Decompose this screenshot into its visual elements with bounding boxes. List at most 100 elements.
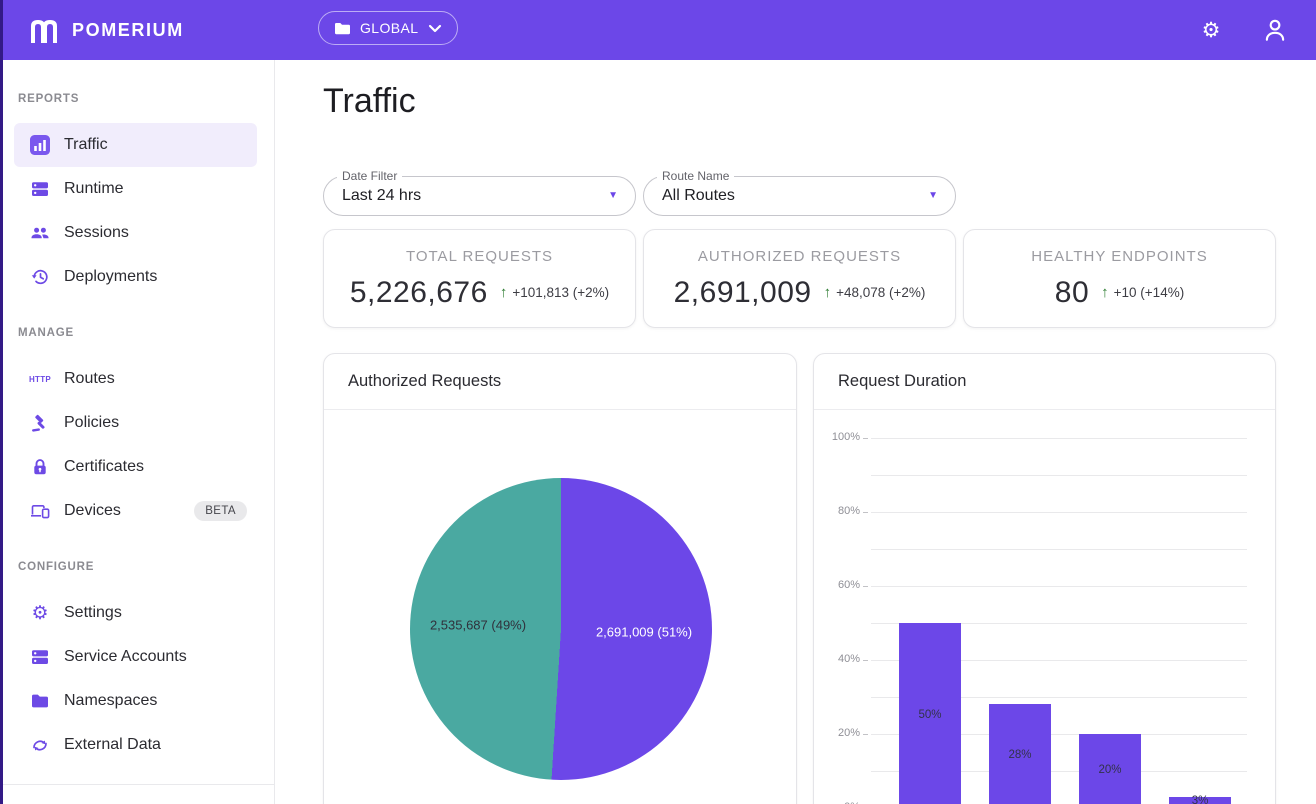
namespace-selector-button[interactable]: GLOBAL [318, 11, 458, 45]
sidebar-item-label: Certificates [64, 458, 144, 476]
sidebar-item-sessions[interactable]: Sessions [14, 211, 257, 255]
dropdown-arrow-icon: ▼ [928, 191, 938, 201]
select-value: All Routes [662, 187, 735, 205]
page-title: Traffic [323, 82, 416, 121]
chart-title: Request Duration [814, 354, 1275, 410]
y-axis-tick [863, 512, 868, 513]
stat-delta: +48,078 (+2%) [836, 285, 925, 300]
window-edge-strip [0, 0, 3, 804]
beta-badge: BETA [194, 501, 247, 521]
settings-gear-icon[interactable]: ⚙ [1197, 16, 1225, 44]
brand-name: POMERIUM [72, 20, 184, 41]
date-filter-select[interactable]: Date Filter Last 24 hrs ▼ [323, 176, 636, 216]
stat-label: TOTAL REQUESTS [406, 248, 553, 265]
sidebar-item-devices[interactable]: Devices BETA [14, 489, 257, 533]
gridline [871, 549, 1247, 550]
sidebar-section-configure: CONFIGURE [18, 560, 274, 575]
gridline [871, 438, 1247, 439]
request-duration-plot: 0%20%40%60%80%100%50%28%20%3% [814, 410, 1275, 804]
sidebar-item-external-data[interactable]: External Data [14, 723, 257, 767]
y-axis-tick-label: 20% [814, 727, 860, 739]
authorized-requests-chart: 2,691,009 (51%) 2,535,687 (49%) [324, 410, 796, 804]
bar-value-label: 28% [989, 749, 1051, 761]
stat-card-authorized-requests: AUTHORIZED REQUESTS 2,691,009 ↑ +48,078 … [643, 229, 956, 328]
lock-icon [30, 457, 50, 477]
devices-icon [30, 501, 50, 521]
sidebar-item-label: Runtime [64, 180, 124, 198]
chevron-down-icon [428, 24, 442, 33]
y-axis-tick [863, 586, 868, 587]
sidebar-item-certificates[interactable]: Certificates [14, 445, 257, 489]
sidebar-section-reports: REPORTS [18, 92, 274, 107]
sidebar-item-deployments[interactable]: Deployments [14, 255, 257, 299]
request-duration-card: Request Duration 0%20%40%60%80%100%50%28… [813, 353, 1276, 804]
chart-title: Authorized Requests [324, 354, 796, 410]
y-axis-tick [863, 438, 868, 439]
http-icon: HTTP [30, 369, 50, 389]
y-axis-tick-label: 80% [814, 505, 860, 517]
appbar-actions: ⚙ [1197, 0, 1289, 60]
sidebar-item-label: Deployments [64, 268, 157, 286]
trend-up-icon: ↑ [1101, 284, 1109, 301]
stat-value: 2,691,009 [674, 276, 812, 310]
sidebar-item-policies[interactable]: Policies [14, 401, 257, 445]
stats-row: TOTAL REQUESTS 5,226,676 ↑ +101,813 (+2%… [323, 229, 1276, 328]
stat-delta: +10 (+14%) [1114, 285, 1185, 300]
sidebar-item-label: Routes [64, 370, 115, 388]
main-content: Traffic Date Filter Last 24 hrs ▼ Route … [275, 60, 1316, 804]
y-axis-tick-label: 100% [814, 431, 860, 443]
y-axis-tick-label: 40% [814, 653, 860, 665]
app-window: POMERIUM GLOBAL ⚙ REPORTS [0, 0, 1316, 804]
sidebar-item-label: Policies [64, 414, 119, 432]
brand: POMERIUM [27, 17, 184, 43]
sidebar-item-label: Sessions [64, 224, 129, 242]
sidebar-section-manage: MANAGE [18, 326, 274, 341]
y-axis-tick-label: 60% [814, 579, 860, 591]
stat-card-healthy-endpoints: HEALTHY ENDPOINTS 80 ↑ +10 (+14%) [963, 229, 1276, 328]
gavel-icon [30, 413, 50, 433]
sidebar-item-label: Traffic [64, 136, 108, 154]
gear-icon: ⚙ [30, 603, 50, 623]
sidebar-item-routes[interactable]: HTTP Routes [14, 357, 257, 401]
sync-icon [30, 735, 50, 755]
y-axis-tick [863, 660, 868, 661]
top-app-bar: POMERIUM GLOBAL ⚙ [0, 0, 1316, 60]
trend-up-icon: ↑ [500, 284, 508, 301]
gridline [871, 475, 1247, 476]
route-name-select[interactable]: Route Name All Routes ▼ [643, 176, 956, 216]
y-axis-tick [863, 734, 868, 735]
sidebar-item-label: Devices [64, 502, 121, 520]
stat-label: HEALTHY ENDPOINTS [1031, 248, 1207, 265]
stat-value: 80 [1055, 276, 1089, 310]
sidebar-item-settings[interactable]: ⚙ Settings [14, 591, 257, 635]
sidebar-item-label: External Data [64, 736, 161, 754]
pomerium-logo-icon [27, 17, 61, 43]
select-label: Date Filter [337, 169, 402, 183]
authorized-requests-card: Authorized Requests 2,691,009 (51%) 2,53… [323, 353, 797, 804]
sidebar-item-runtime[interactable]: Runtime [14, 167, 257, 211]
sidebar-item-namespaces[interactable]: Namespaces [14, 679, 257, 723]
stat-delta: +101,813 (+2%) [512, 285, 609, 300]
server-icon [30, 179, 50, 199]
stat-card-total-requests: TOTAL REQUESTS 5,226,676 ↑ +101,813 (+2%… [323, 229, 636, 328]
server-icon [30, 647, 50, 667]
namespace-selector-label: GLOBAL [360, 20, 418, 36]
user-account-icon[interactable] [1261, 16, 1289, 44]
bar-chart-icon [30, 135, 50, 155]
sidebar-item-label: Service Accounts [64, 648, 187, 666]
select-value: Last 24 hrs [342, 187, 421, 205]
select-label: Route Name [657, 169, 734, 183]
sidebar-item-label: Namespaces [64, 692, 157, 710]
bar-value-label: 50% [899, 709, 961, 721]
sidebar-divider [0, 784, 274, 785]
stat-label: AUTHORIZED REQUESTS [698, 248, 901, 265]
folder-icon [30, 691, 50, 711]
dropdown-arrow-icon: ▼ [608, 191, 618, 201]
sidebar-item-traffic[interactable]: Traffic [14, 123, 257, 167]
filters-row: Date Filter Last 24 hrs ▼ Route Name All… [323, 176, 956, 216]
people-icon [30, 223, 50, 243]
gridline [871, 512, 1247, 513]
gridline [871, 586, 1247, 587]
bar-value-label: 20% [1079, 764, 1141, 776]
sidebar-item-service-accounts[interactable]: Service Accounts [14, 635, 257, 679]
